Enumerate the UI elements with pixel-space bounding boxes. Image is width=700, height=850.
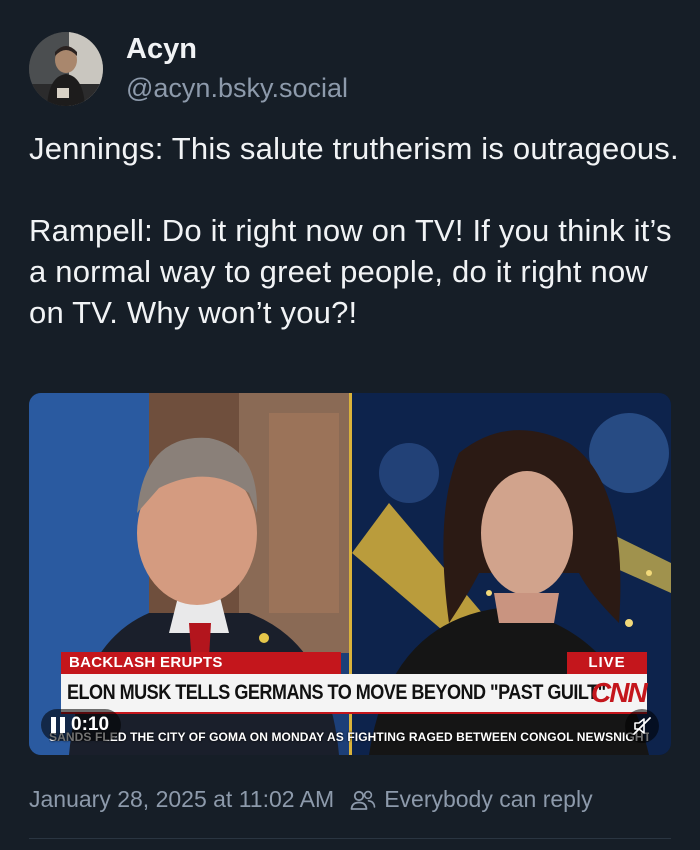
post-meta: January 28, 2025 at 11:02 AM Everybody c…: [29, 786, 593, 813]
lower-third-tag: BACKLASH ERUPTS: [61, 652, 341, 674]
cnn-logo: CNN: [591, 677, 648, 708]
post-paragraph: Rampell: Do it right now on TV! If you t…: [29, 213, 672, 330]
live-badge: LIVE: [567, 652, 647, 674]
post-text: Jennings: This salute trutherism is outr…: [29, 128, 679, 333]
post-timestamp: January 28, 2025 at 11:02 AM: [29, 786, 335, 812]
muted-speaker-icon: [633, 717, 651, 735]
avatar-image: [29, 32, 103, 106]
reply-setting-label: Everybody can reply: [384, 786, 593, 812]
pause-icon: [51, 717, 65, 733]
mute-button[interactable]: [625, 709, 659, 743]
author-display-name[interactable]: Acyn: [126, 33, 197, 66]
people-icon: [350, 790, 376, 810]
divider: [29, 838, 671, 839]
reply-setting[interactable]: Everybody can reply: [350, 786, 593, 813]
video-embed[interactable]: BACKLASH ERUPTS LIVE ELON MUSK TELLS GER…: [29, 393, 671, 755]
author-handle[interactable]: @acyn.bsky.social: [126, 73, 348, 104]
post-thread-item: Acyn @acyn.bsky.social Jennings: This sa…: [0, 0, 700, 850]
headline-bar: ELON MUSK TELLS GERMANS TO MOVE BEYOND "…: [61, 674, 648, 714]
author-avatar[interactable]: [29, 32, 103, 106]
elapsed-time: 0:10: [71, 714, 110, 735]
headline-text: ELON MUSK TELLS GERMANS TO MOVE BEYOND "…: [67, 681, 606, 704]
news-ticker: SANDS FLED THE CITY OF GOMA ON MONDAY AS…: [49, 730, 649, 744]
post-paragraph: Jennings: This salute trutherism is outr…: [29, 131, 679, 166]
play-pause-button[interactable]: 0:10: [41, 709, 122, 741]
